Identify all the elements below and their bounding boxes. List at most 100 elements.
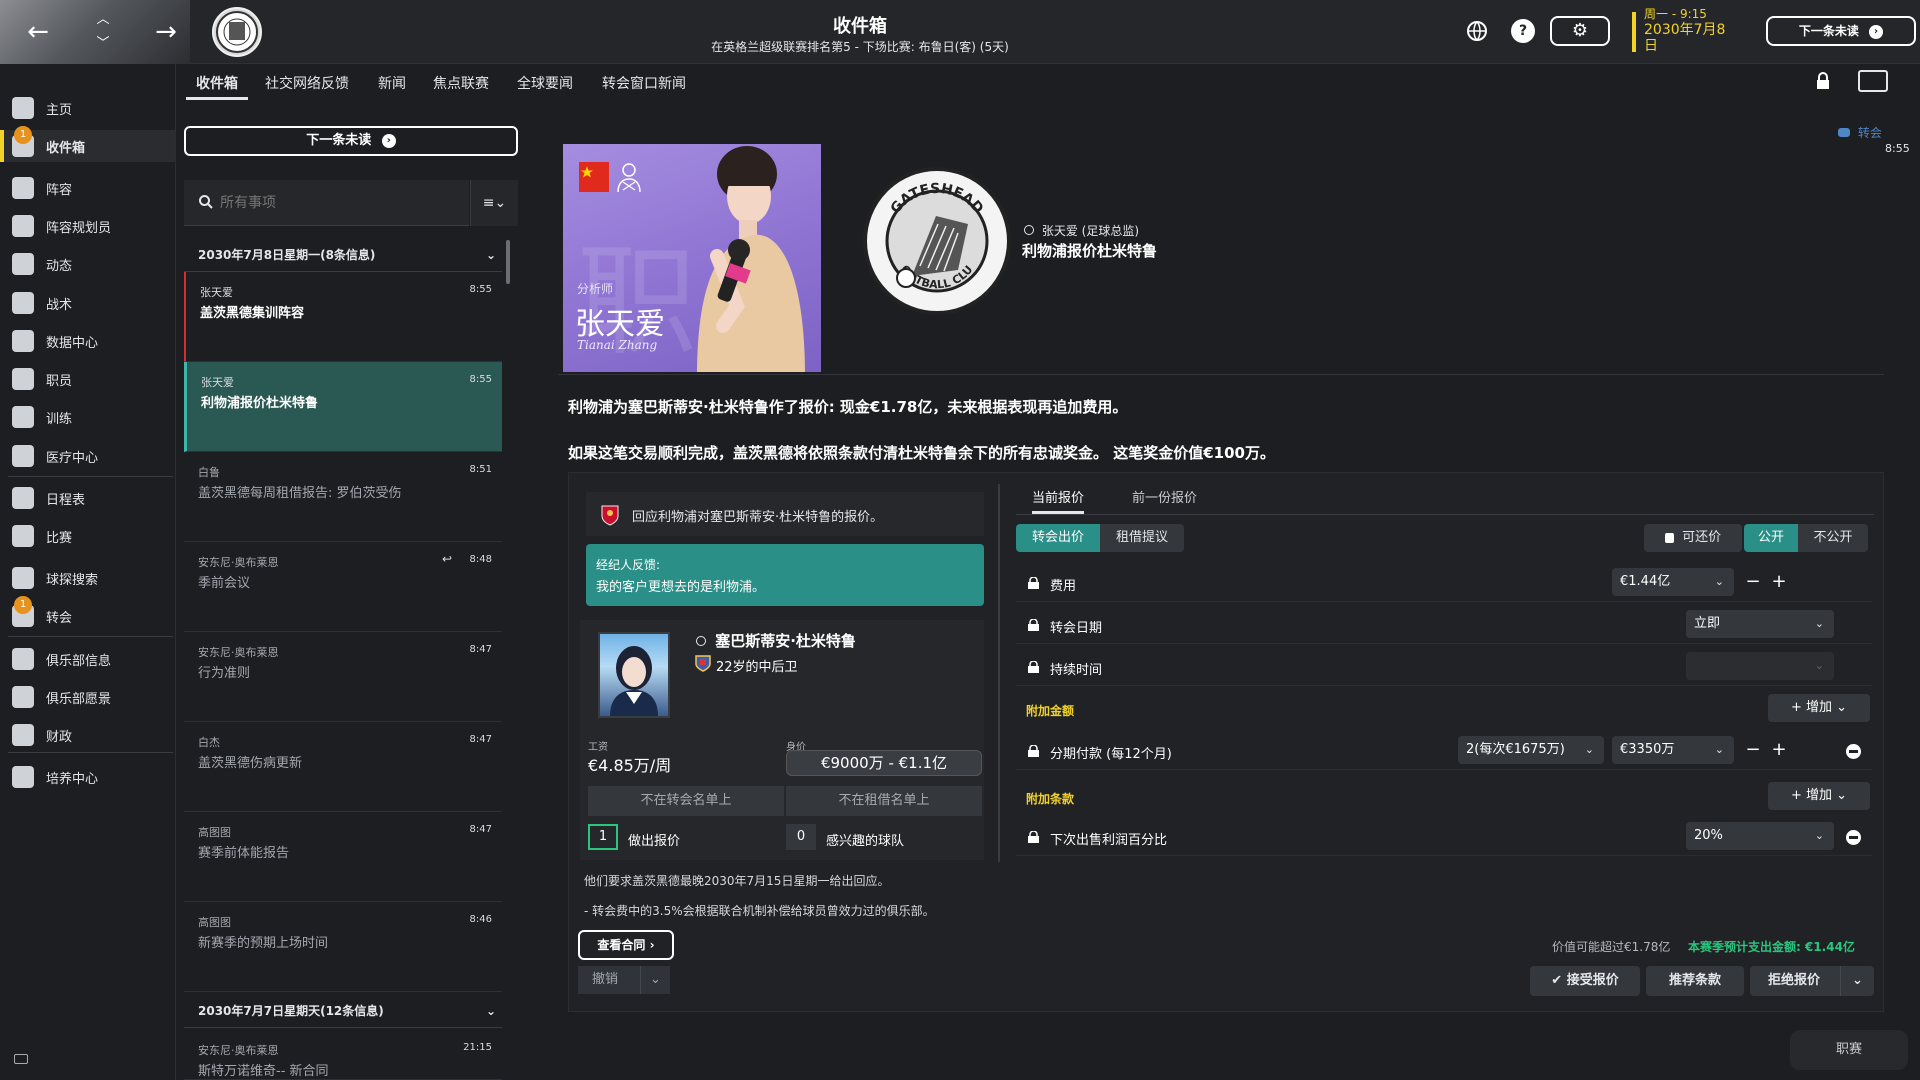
tab-4[interactable]: 全球要闻 bbox=[517, 72, 573, 100]
forward-arrow-icon[interactable]: → bbox=[148, 14, 184, 50]
sidebar-item-3[interactable]: 阵容规划员 bbox=[0, 210, 175, 242]
sidebar-item-17[interactable]: 培养中心 bbox=[0, 761, 175, 793]
next-unread-button-top[interactable]: 下一条未读 › bbox=[1766, 16, 1916, 46]
list-item[interactable]: 安东尼·奥布莱恩 8:48 季前会议 ↩ bbox=[184, 542, 502, 632]
chevron-down-icon: ⌄ bbox=[485, 1004, 496, 1018]
message-time: 8:55 bbox=[469, 284, 492, 295]
list-item[interactable]: 高图图 8:47 赛季前体能报告 bbox=[184, 812, 502, 902]
sidebar-item-2[interactable]: 阵容 bbox=[0, 172, 175, 204]
sidebar-item-15[interactable]: 俱乐部愿景 bbox=[0, 681, 175, 713]
not-loan-listed-button[interactable]: 不在租借名单上 bbox=[786, 786, 982, 816]
sidebar-item-4[interactable]: 动态 bbox=[0, 248, 175, 280]
installments-label: 分期付款 (每12个月) bbox=[1050, 747, 1172, 762]
offer-type-loan[interactable]: 租借提议 bbox=[1100, 524, 1184, 552]
list-item[interactable]: 安东尼·奥布莱恩 8:47 行为准则 bbox=[184, 632, 502, 722]
analyst-card[interactable]: 职 分析师 张天爱 Tianai Zhang bbox=[563, 144, 821, 372]
sidebar-item-10[interactable]: 日程表 bbox=[0, 482, 175, 514]
add-fee-button[interactable]: + 增加 ⌄ bbox=[1768, 694, 1870, 722]
gateshead-crest[interactable]: GATESHEAD FOOTBALL CLUB bbox=[862, 166, 1012, 316]
remove-installment-icon[interactable] bbox=[1846, 744, 1861, 759]
negotiable-toggle[interactable]: 可还价 bbox=[1644, 524, 1742, 552]
sidebar-item-0[interactable]: 主页 bbox=[0, 92, 175, 124]
settings-gear-icon[interactable]: ⚙ bbox=[1550, 16, 1610, 46]
tab-5[interactable]: 转会窗口新闻 bbox=[602, 72, 686, 100]
decrease-installment-icon[interactable]: − bbox=[1744, 738, 1762, 762]
club-crest-small[interactable] bbox=[212, 7, 262, 57]
lock-icon bbox=[1028, 577, 1039, 589]
sidebar-item-11[interactable]: 比赛 bbox=[0, 520, 175, 552]
public-toggle[interactable]: 公开 bbox=[1744, 524, 1798, 552]
screen-toggle-icon[interactable] bbox=[1858, 70, 1888, 92]
list-item[interactable]: 张天爱 8:55 利物浦报价杜米特鲁 bbox=[184, 362, 502, 452]
list-item[interactable]: 白鲁 8:51 盖茨黑德每周租借报告: 罗伯茨受伤 bbox=[184, 452, 502, 542]
lock-icon bbox=[1028, 831, 1039, 843]
notification-badge: 1 bbox=[14, 596, 32, 614]
sell-on-row: 下次出售利润百分比 20% ⌄ bbox=[1016, 818, 1872, 856]
view-contract-button[interactable]: 查看合同 › bbox=[578, 930, 674, 960]
increase-installment-icon[interactable]: + bbox=[1770, 738, 1788, 762]
tab-previous-offer[interactable]: 前一份报价 bbox=[1132, 486, 1197, 514]
console-icon[interactable] bbox=[14, 1054, 28, 1064]
sidebar-item-12[interactable]: 球探搜索 bbox=[0, 562, 175, 594]
installments-count-select[interactable]: 2(每次€1675万) ⌄ bbox=[1458, 736, 1604, 764]
message-sender: 高图图 bbox=[198, 916, 231, 929]
add-clause-label: 增加 bbox=[1805, 788, 1832, 803]
tab-0[interactable]: 收件箱 bbox=[186, 72, 248, 100]
sidebar-item-16[interactable]: 财政 bbox=[0, 719, 175, 751]
tab-2[interactable]: 新闻 bbox=[378, 72, 406, 100]
channel-tag[interactable]: 转会 bbox=[1838, 124, 1882, 141]
duration-select[interactable]: ⌄ bbox=[1686, 652, 1834, 680]
sidebar-item-1[interactable]: 收件箱 1 bbox=[0, 126, 175, 162]
accept-offer-button[interactable]: ✔ 接受报价 bbox=[1530, 966, 1640, 996]
player-description: 22岁的中后卫 bbox=[716, 660, 798, 675]
reject-offer-button[interactable]: 拒绝报价 ⌄ bbox=[1750, 966, 1874, 996]
list-item[interactable]: 高图图 8:46 新赛季的预期上场时间 bbox=[184, 902, 502, 992]
sidebar-item-label: 训练 bbox=[46, 411, 73, 427]
globe-icon[interactable] bbox=[1462, 16, 1492, 46]
lock-icon[interactable] bbox=[1815, 72, 1831, 90]
list-item[interactable]: 张天爱 8:55 盖茨黑德集训阵容 bbox=[184, 272, 502, 362]
briefcase-icon bbox=[12, 686, 34, 708]
back-arrow-icon[interactable]: ← bbox=[20, 14, 56, 50]
list-scrollbar[interactable] bbox=[506, 240, 510, 284]
suggest-terms-button[interactable]: 推荐条款 bbox=[1646, 966, 1744, 996]
tab-current-offer[interactable]: 当前报价 bbox=[1032, 486, 1085, 514]
installments-value-select[interactable]: €3350万 ⌄ bbox=[1612, 736, 1734, 764]
tab-1[interactable]: 社交网络反馈 bbox=[265, 72, 349, 100]
list-item[interactable]: 安东尼·奥布莱恩 21:15 斯特万诺维奇-- 新合同 bbox=[184, 1030, 502, 1080]
transfer-date-select[interactable]: 立即 ⌄ bbox=[1686, 610, 1834, 638]
list-item[interactable]: 白杰 8:47 盖茨黑德伤病更新 bbox=[184, 722, 502, 812]
next-unread-button[interactable]: 下一条未读 › bbox=[184, 126, 518, 156]
offer-type-transfer[interactable]: 转会出价 bbox=[1016, 524, 1100, 552]
filter-menu-icon[interactable]: ≡⌄ bbox=[470, 180, 518, 226]
decrease-fee-icon[interactable]: − bbox=[1744, 570, 1762, 594]
add-clause-button[interactable]: + 增加 ⌄ bbox=[1768, 782, 1870, 810]
remove-sell-on-icon[interactable] bbox=[1846, 830, 1861, 845]
history-chevrons-icon[interactable]: ︿ ﹀ bbox=[94, 8, 112, 56]
sidebar-item-13[interactable]: 转会 1 bbox=[0, 596, 175, 632]
sidebar-item-5[interactable]: 战术 bbox=[0, 287, 175, 319]
date-group-header[interactable]: 2030年7月8日星期一(8条信息) ⌄ bbox=[184, 238, 502, 272]
private-toggle[interactable]: 不公开 bbox=[1798, 524, 1868, 552]
sell-on-select[interactable]: 20% ⌄ bbox=[1686, 822, 1834, 850]
date-group-header[interactable]: 2030年7月7日星期天(12条信息) ⌄ bbox=[184, 994, 502, 1028]
search-input[interactable] bbox=[220, 192, 450, 214]
help-icon[interactable]: ? bbox=[1511, 19, 1535, 43]
increase-fee-icon[interactable]: + bbox=[1770, 570, 1788, 594]
player-name[interactable]: 塞巴斯蒂安·杜米特鲁 bbox=[696, 630, 856, 651]
sidebar-item-label: 数据中心 bbox=[46, 335, 99, 351]
not-transfer-listed-button[interactable]: 不在转会名单上 bbox=[588, 786, 784, 816]
chevron-down-icon: ⌄ bbox=[1814, 829, 1824, 842]
player-avatar[interactable] bbox=[598, 632, 670, 718]
fee-select[interactable]: €1.44亿 ⌄ bbox=[1612, 568, 1734, 596]
sidebar-item-14[interactable]: 俱乐部信息 bbox=[0, 643, 175, 675]
sidebar-item-7[interactable]: 职员 bbox=[0, 363, 175, 395]
sidebar-item-8[interactable]: 训练 bbox=[0, 401, 175, 433]
sidebar-item-9[interactable]: 医疗中心 bbox=[0, 440, 175, 472]
message-time: 8:46 bbox=[469, 914, 492, 925]
sidebar-item-6[interactable]: 数据中心 bbox=[0, 325, 175, 357]
cancel-button[interactable]: 撤销 ⌄ bbox=[578, 966, 670, 994]
tab-3[interactable]: 焦点联赛 bbox=[433, 72, 489, 100]
message-time: 8:47 bbox=[469, 734, 492, 745]
fee-label: 费用 bbox=[1050, 579, 1077, 594]
